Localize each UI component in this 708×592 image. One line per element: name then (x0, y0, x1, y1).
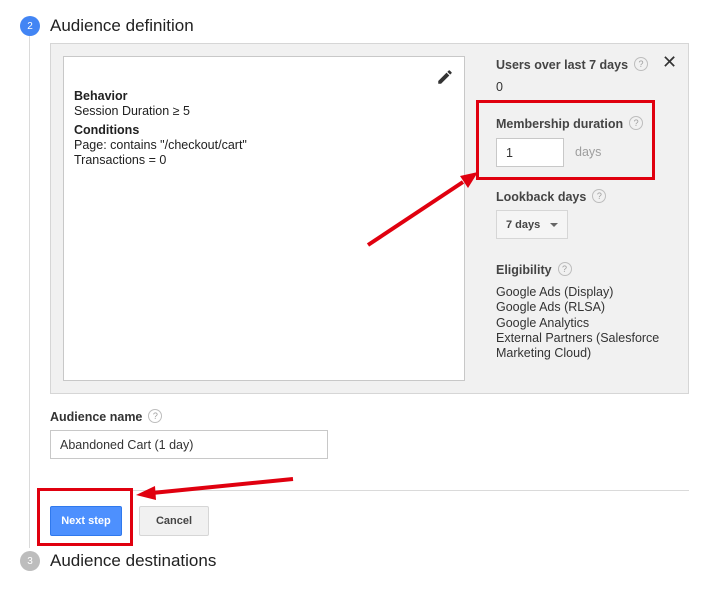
help-icon[interactable]: ? (634, 56, 649, 71)
stepper-line (29, 36, 30, 548)
cancel-button[interactable]: Cancel (139, 506, 209, 536)
step-title: Audience destinations (50, 551, 217, 570)
eligibility-item: Google Analytics (496, 315, 590, 330)
eligibility-section: Eligibility? (496, 261, 572, 279)
eligibility-item: Google Ads (RLSA) (496, 300, 606, 315)
close-icon[interactable]: ✕ (662, 53, 677, 71)
help-icon[interactable]: ? (592, 188, 607, 203)
help-icon[interactable]: ? (148, 408, 163, 423)
definition-summary: Behavior Session Duration ≥ 5 Conditions… (74, 89, 247, 168)
eligibility-item: Google Ads (Display) (496, 285, 614, 299)
audience-name-label: Audience name (50, 410, 143, 424)
users-over-7-days: Users over last 7 days? (496, 56, 649, 74)
pencil-icon[interactable] (436, 68, 454, 86)
condition-item: Page: contains "/checkout/cart" (74, 138, 247, 152)
annotation-highlight-box (37, 488, 133, 546)
step-number-badge: 2 (20, 16, 40, 36)
annotation-arrowhead (136, 486, 156, 500)
lookback-label: Lookback days (496, 190, 587, 204)
lookback-value: 7 days (506, 218, 541, 231)
help-icon[interactable]: ? (557, 261, 572, 276)
lookback-days: Lookback days? (496, 188, 607, 206)
audience-name-input[interactable]: Abandoned Cart (1 day) (50, 430, 328, 459)
users-label: Users over last 7 days (496, 58, 629, 72)
audience-name-field-label: Audience name? (50, 408, 163, 426)
condition-item: Transactions = 0 (74, 153, 167, 167)
conditions-label: Conditions (74, 123, 140, 137)
annotation-highlight-box (476, 100, 655, 180)
divider (50, 490, 689, 491)
chevron-down-icon (550, 223, 558, 227)
step-title: Audience definition (50, 16, 194, 35)
eligibility-item: External Partners (Salesforce Marketing … (496, 330, 660, 361)
lookback-days-select[interactable]: 7 days (496, 210, 568, 239)
eligibility-label: Eligibility (496, 263, 552, 277)
step-number-badge: 3 (20, 551, 40, 571)
eligibility-list: Google Ads (Display) Google Ads (RLSA) G… (496, 285, 681, 361)
users-value: 0 (496, 80, 503, 94)
behavior-value: Session Duration ≥ 5 (74, 104, 190, 118)
behavior-label: Behavior (74, 89, 128, 103)
